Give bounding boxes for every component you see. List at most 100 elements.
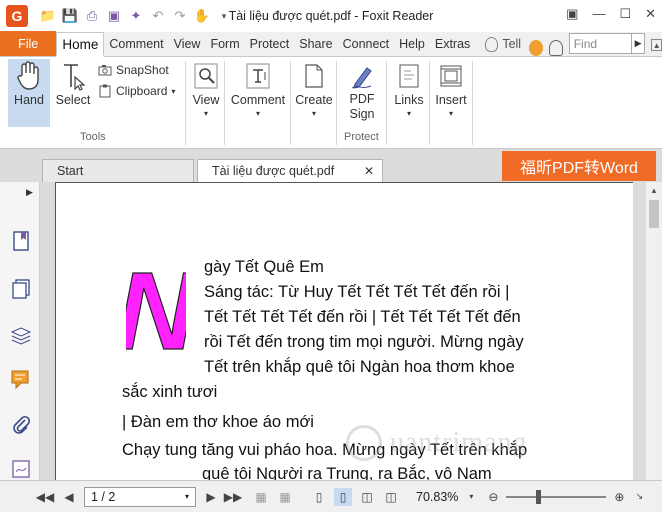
tab-help[interactable]: Help bbox=[394, 32, 430, 56]
doc-line: | Đàn em thơ khoe áo mới bbox=[122, 413, 314, 431]
page-number-value: 1 / 2 bbox=[91, 489, 116, 504]
redo-icon[interactable]: ↷ bbox=[172, 8, 188, 24]
comment-dropdown-icon: ▾ bbox=[255, 109, 260, 118]
insert-label: Insert bbox=[435, 93, 467, 107]
tab-home[interactable]: Home bbox=[56, 32, 105, 57]
pdf-page[interactable]: N gày Tết Quê Em Sáng tác: Từ Huy Tết Tế… bbox=[55, 182, 633, 480]
feedback-icon[interactable] bbox=[529, 40, 543, 56]
tab-form[interactable]: Form bbox=[205, 32, 244, 56]
tab-start[interactable]: Start bbox=[42, 159, 194, 182]
pages-thumbnail-icon[interactable] bbox=[10, 278, 32, 300]
continuous-facing-icon[interactable]: ◫ bbox=[382, 488, 400, 506]
tab-document[interactable]: Tài liệu được quét.pdf ✕ bbox=[197, 159, 383, 182]
zoom-in-icon[interactable]: ⊕ bbox=[610, 488, 628, 506]
create-button[interactable]: Create ▾ bbox=[293, 59, 335, 127]
close-tab-icon[interactable]: ✕ bbox=[364, 164, 374, 178]
ribbon-divider bbox=[336, 61, 337, 145]
last-page-icon[interactable]: ▶▶ bbox=[224, 488, 242, 506]
first-page-icon[interactable]: ◀◀ bbox=[36, 488, 54, 506]
navigation-panel: ▶ bbox=[0, 182, 40, 480]
doc-line: Tết trên khắp quê tôi Ngàn hoa thơm khoe bbox=[204, 358, 515, 376]
snapshot-button[interactable]: SnapShot bbox=[98, 63, 169, 77]
tab-extras[interactable]: Extras bbox=[430, 32, 475, 56]
pdf-sign-button[interactable]: PDF Sign bbox=[340, 59, 384, 129]
restore-ribbon-icon[interactable]: ▣ bbox=[566, 6, 578, 22]
open-folder-icon[interactable]: 📁 bbox=[40, 8, 56, 24]
links-dropdown-icon: ▾ bbox=[406, 109, 411, 118]
prev-page-icon[interactable]: ◀ bbox=[60, 488, 78, 506]
ribbon-divider bbox=[185, 61, 186, 145]
tab-comment[interactable]: Comment bbox=[104, 32, 168, 56]
continuous-page-icon[interactable]: ▯ bbox=[334, 487, 352, 506]
scrollbar-thumb[interactable] bbox=[649, 200, 659, 228]
vertical-scrollbar[interactable]: ▲ bbox=[646, 182, 662, 480]
minimize-icon[interactable]: — bbox=[592, 6, 605, 22]
scan-icon[interactable]: ▣ bbox=[106, 8, 122, 24]
save-icon[interactable]: 💾 bbox=[62, 8, 78, 24]
hand-tool-quick-icon[interactable]: ✋ bbox=[194, 8, 210, 24]
tab-start-label: Start bbox=[57, 164, 84, 178]
pdf-sign-label-2: Sign bbox=[349, 107, 375, 121]
expand-panel-icon[interactable]: ▶ bbox=[26, 187, 33, 198]
print-icon[interactable]: ⎙ bbox=[84, 8, 100, 24]
tab-protect[interactable]: Protect bbox=[245, 32, 295, 56]
comments-panel-icon[interactable] bbox=[10, 368, 32, 390]
watermark-text: uantrimang bbox=[390, 427, 528, 458]
protect-group-label: Protect bbox=[344, 131, 379, 143]
tab-file[interactable]: File bbox=[0, 31, 57, 56]
doc-line: Sáng tác: Từ Huy Tết Tết Tết Tết đến rồi… bbox=[204, 283, 510, 301]
tab-share[interactable]: Share bbox=[294, 32, 337, 56]
bookmark-icon[interactable] bbox=[10, 230, 32, 252]
next-view-icon[interactable]: ▦ bbox=[276, 488, 294, 506]
document-tab-bar: Start Tài liệu được quét.pdf ✕ 福昕PDF转Wor… bbox=[0, 149, 662, 182]
insert-film-icon bbox=[436, 59, 466, 93]
attachment-icon[interactable] bbox=[10, 414, 32, 436]
clipboard-icon bbox=[99, 84, 111, 98]
insert-button[interactable]: Insert ▾ bbox=[431, 59, 471, 127]
quick-access-toolbar: 📁 💾 ⎙ ▣ ✦ ↶ ↷ ✋ ▾ bbox=[40, 8, 232, 24]
facing-page-icon[interactable]: ◫ bbox=[358, 488, 376, 506]
scroll-up-icon[interactable]: ▲ bbox=[650, 186, 658, 195]
zoom-slider[interactable] bbox=[506, 489, 607, 504]
comment-button[interactable]: Comment ▾ bbox=[227, 59, 289, 127]
hand-button[interactable]: Hand bbox=[8, 59, 50, 127]
tell-label: Tell bbox=[502, 37, 522, 51]
find-input[interactable]: Find bbox=[568, 33, 632, 54]
logo-letter: G bbox=[11, 8, 23, 24]
zoom-out-icon[interactable]: ⊖ bbox=[484, 488, 502, 506]
select-button[interactable]: Select bbox=[52, 59, 94, 127]
zoom-dropdown-icon[interactable]: ▾ bbox=[462, 488, 480, 506]
view-button[interactable]: View ▾ bbox=[188, 59, 224, 127]
collapse-ribbon-icon[interactable]: ▲ bbox=[651, 39, 662, 51]
foxit-logo-icon[interactable]: G bbox=[6, 5, 28, 27]
fullscreen-icon[interactable]: ↘ bbox=[630, 488, 648, 506]
dropcap-text: N bbox=[126, 261, 186, 357]
view-label: View bbox=[192, 93, 220, 107]
promo-banner[interactable]: 福昕PDF转Word bbox=[502, 151, 656, 181]
ribbon-divider bbox=[472, 61, 473, 145]
tab-connect[interactable]: Connect bbox=[338, 32, 395, 56]
tell-me[interactable]: Tell bbox=[485, 32, 521, 56]
ribbon-home: Hand Select SnapShot Clipboard ▾ Tools V… bbox=[0, 57, 662, 149]
page-number-input[interactable]: 1 / 2 ▾ bbox=[84, 486, 196, 507]
zoom-slider-knob[interactable] bbox=[536, 489, 542, 504]
tab-view[interactable]: View bbox=[169, 32, 206, 56]
ribbon-divider bbox=[290, 61, 291, 145]
user-icon[interactable] bbox=[548, 40, 563, 56]
previous-view-icon[interactable]: ▦ bbox=[252, 488, 270, 506]
view-dropdown-icon: ▾ bbox=[203, 109, 208, 118]
find-arrow-icon[interactable]: ▶ bbox=[631, 33, 646, 54]
window-controls: ▣ — ☐ ✕ bbox=[566, 6, 656, 22]
create-pdf-icon[interactable]: ✦ bbox=[128, 8, 144, 24]
close-icon[interactable]: ✕ bbox=[645, 6, 656, 22]
signature-panel-icon[interactable] bbox=[10, 458, 32, 480]
maximize-icon[interactable]: ☐ bbox=[619, 6, 631, 22]
undo-icon[interactable]: ↶ bbox=[150, 8, 166, 24]
layers-icon[interactable] bbox=[10, 324, 32, 346]
next-page-icon[interactable]: ▶ bbox=[202, 488, 220, 506]
customize-dropdown-icon[interactable]: ▾ bbox=[216, 8, 232, 24]
single-page-icon[interactable]: ▯ bbox=[310, 488, 328, 506]
comment-typewriter-icon bbox=[243, 59, 273, 93]
clipboard-button[interactable]: Clipboard ▾ bbox=[98, 84, 175, 98]
links-button[interactable]: Links ▾ bbox=[390, 59, 428, 127]
